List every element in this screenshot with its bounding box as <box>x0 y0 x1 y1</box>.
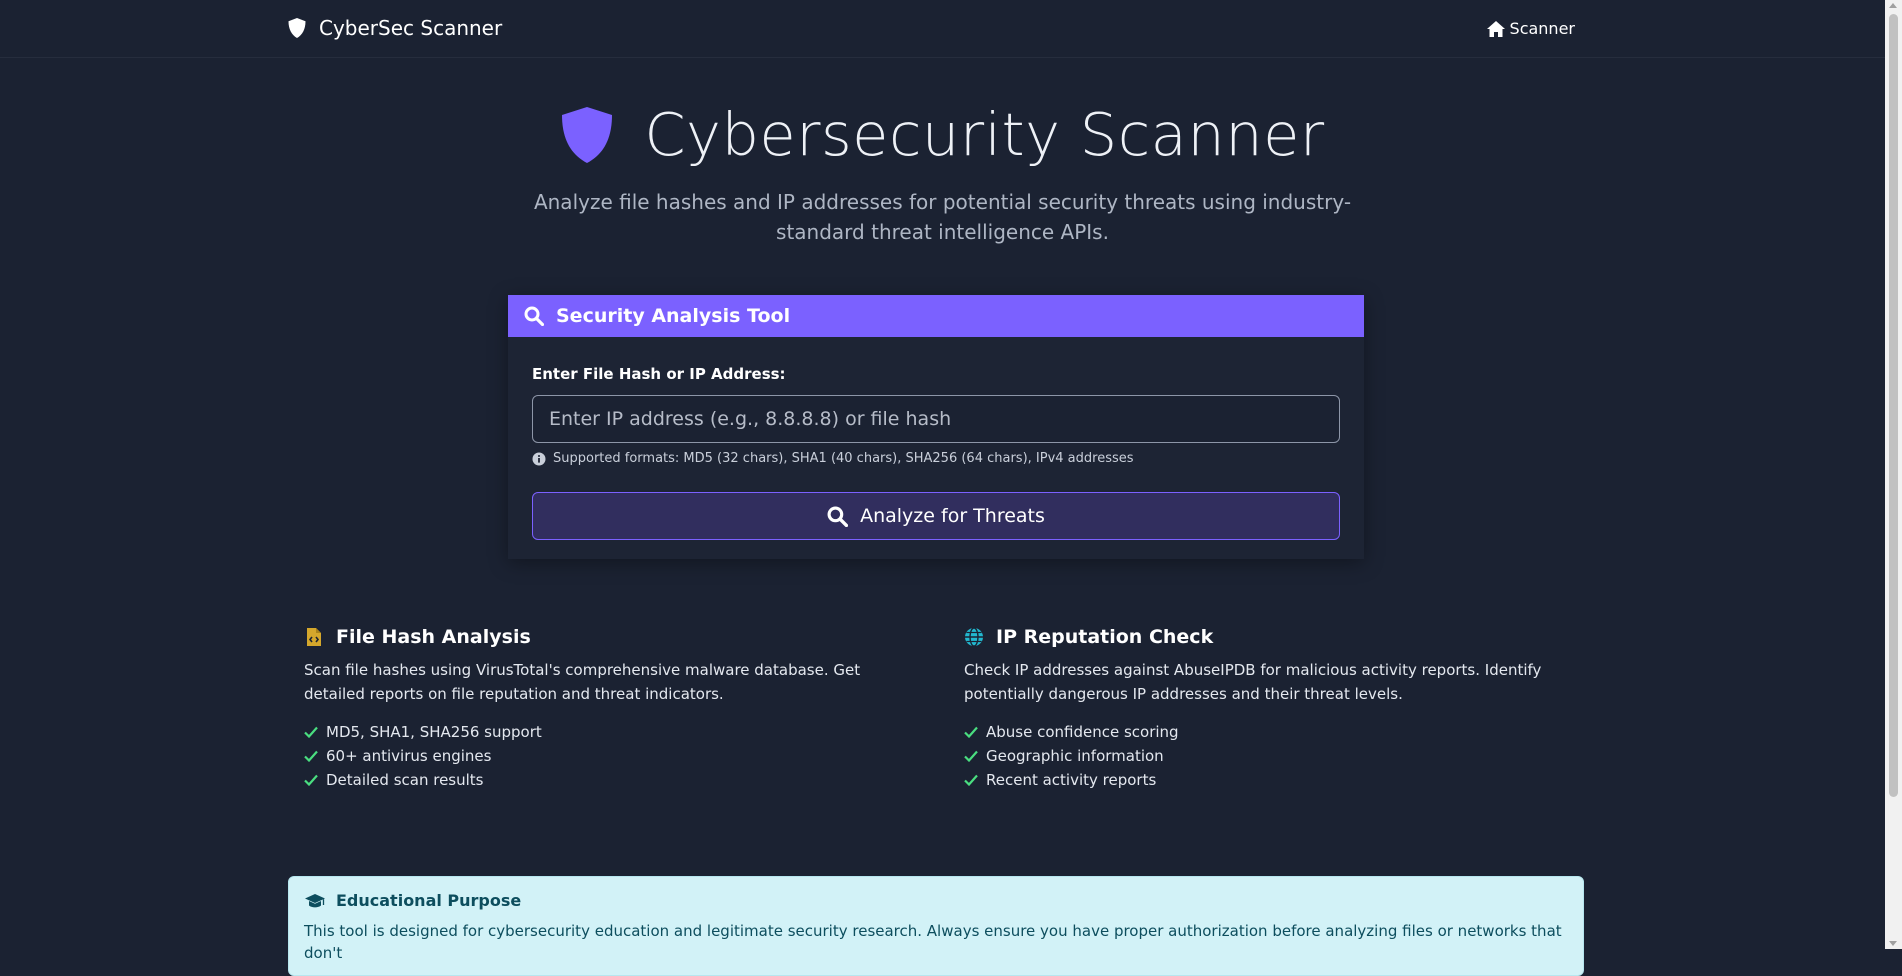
file-code-icon <box>307 628 321 646</box>
nav-scanner-label: Scanner <box>1509 19 1575 38</box>
home-icon <box>1486 20 1505 37</box>
shield-icon <box>288 18 306 38</box>
nav-scanner-link[interactable]: Scanner <box>1486 19 1575 38</box>
feature-list: Abuse confidence scoring Geographic info… <box>964 720 1564 792</box>
analysis-card: Security Analysis Tool Enter File Hash o… <box>508 295 1364 559</box>
notice-text: This tool is designed for cybersecurity … <box>304 922 1562 962</box>
feature-title: File Hash Analysis <box>304 626 904 648</box>
graduation-cap-icon <box>305 893 325 907</box>
list-item: Detailed scan results <box>304 768 904 792</box>
feature-list: MD5, SHA1, SHA256 support 60+ antivirus … <box>304 720 904 792</box>
brand-link[interactable]: CyberSec Scanner <box>287 16 502 40</box>
search-icon <box>827 506 849 527</box>
list-item: Recent activity reports <box>964 768 1564 792</box>
notice-title-text: Educational Purpose <box>336 891 522 910</box>
notice-title: Educational Purpose <box>304 891 1568 910</box>
globe-icon <box>965 627 983 647</box>
page-title-text: Cybersecurity Scanner <box>644 100 1325 169</box>
card-header: Security Analysis Tool <box>508 295 1364 337</box>
feature-title-text: IP Reputation Check <box>996 626 1214 648</box>
hero: Cybersecurity Scanner Analyze file hashe… <box>0 100 1885 247</box>
card-body: Enter File Hash or IP Address: Supported… <box>508 337 1364 540</box>
navbar: CyberSec Scanner Scanner <box>0 0 1885 58</box>
card-header-title: Security Analysis Tool <box>556 305 791 327</box>
check-icon <box>304 774 318 786</box>
list-item-text: Detailed scan results <box>326 771 484 789</box>
list-item-text: Recent activity reports <box>986 771 1157 789</box>
help-text-label: Supported formats: MD5 (32 chars), SHA1 … <box>553 451 1134 466</box>
input-label: Enter File Hash or IP Address: <box>532 365 786 383</box>
check-icon <box>964 750 978 762</box>
help-text: Supported formats: MD5 (32 chars), SHA1 … <box>532 451 1340 466</box>
feature-title-text: File Hash Analysis <box>336 626 531 648</box>
feature-file-hash: File Hash Analysis Scan file hashes usin… <box>304 626 904 792</box>
list-item-text: MD5, SHA1, SHA256 support <box>326 723 542 741</box>
shield-icon <box>562 106 613 163</box>
check-icon <box>304 750 318 762</box>
analyze-button[interactable]: Analyze for Threats <box>532 492 1340 540</box>
list-item-text: Geographic information <box>986 747 1164 765</box>
scrollbar-thumb[interactable] <box>1889 14 1898 797</box>
hash-ip-input[interactable] <box>532 395 1340 443</box>
list-item: MD5, SHA1, SHA256 support <box>304 720 904 744</box>
list-item-text: 60+ antivirus engines <box>326 747 492 765</box>
page-title: Cybersecurity Scanner <box>560 100 1324 169</box>
list-item-text: Abuse confidence scoring <box>986 723 1179 741</box>
feature-description: Check IP addresses against AbuseIPDB for… <box>964 661 1542 703</box>
search-icon <box>524 306 544 326</box>
feature-title: IP Reputation Check <box>964 626 1564 648</box>
scroll-down-arrow-icon[interactable] <box>1889 941 1897 946</box>
page-subtitle: Analyze file hashes and IP addresses for… <box>533 190 1352 244</box>
scroll-up-arrow-icon[interactable] <box>1889 3 1897 8</box>
list-item: Abuse confidence scoring <box>964 720 1564 744</box>
list-item: Geographic information <box>964 744 1564 768</box>
check-icon <box>964 774 978 786</box>
feature-ip-reputation: IP Reputation Check Check IP addresses a… <box>964 626 1564 792</box>
check-icon <box>964 726 978 738</box>
list-item: 60+ antivirus engines <box>304 744 904 768</box>
analyze-button-label: Analyze for Threats <box>860 505 1045 527</box>
brand-name: CyberSec Scanner <box>319 16 503 40</box>
check-icon <box>304 726 318 738</box>
page-scrollbar[interactable] <box>1885 0 1902 949</box>
info-icon <box>532 452 546 465</box>
feature-description: Scan file hashes using VirusTotal's comp… <box>304 661 861 703</box>
educational-notice: Educational Purpose This tool is designe… <box>288 876 1584 976</box>
